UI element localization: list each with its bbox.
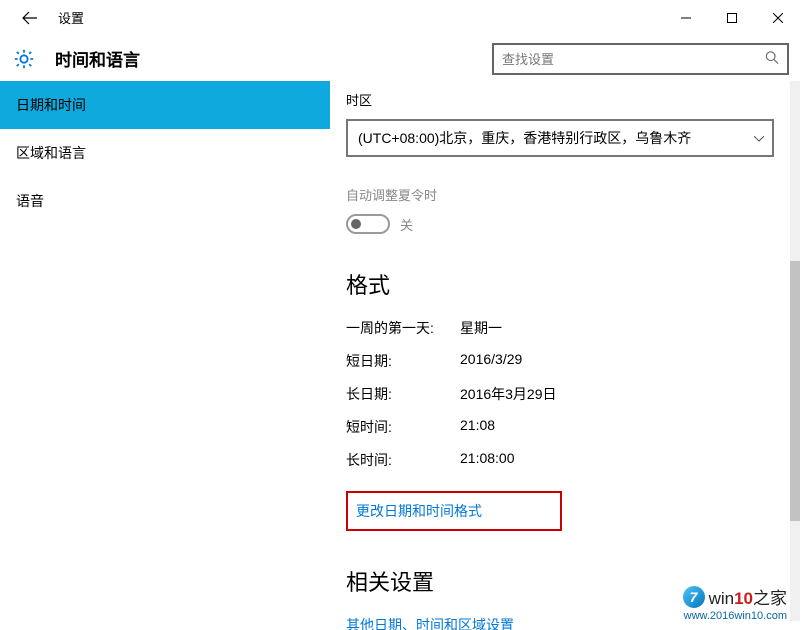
sidebar-item-datetime[interactable]: 日期和时间 <box>0 81 330 129</box>
minimize-icon <box>681 13 691 23</box>
timezone-dropdown[interactable]: (UTC+08:00)北京，重庆，香港特别行政区，乌鲁木齐 <box>346 119 774 157</box>
format-label: 短时间: <box>346 417 460 437</box>
dst-toggle[interactable] <box>346 214 390 234</box>
page-heading: 时间和语言 <box>55 46 140 71</box>
format-row: 短时间: 21:08 <box>346 417 783 437</box>
change-format-link[interactable]: 更改日期和时间格式 <box>356 501 482 521</box>
format-value: 2016年3月29日 <box>460 384 783 404</box>
watermark: 7 win10之家 www.2016win10.com <box>683 584 787 622</box>
window-title: 设置 <box>58 8 84 27</box>
format-value: 2016/3/29 <box>460 351 783 371</box>
dst-label: 自动调整夏令时 <box>346 185 783 204</box>
watermark-logo-icon: 7 <box>683 586 705 608</box>
maximize-button[interactable] <box>709 0 755 36</box>
dst-toggle-state: 关 <box>400 215 413 234</box>
toggle-knob <box>351 219 361 229</box>
sidebar-item-label: 语音 <box>16 191 44 211</box>
titlebar: 设置 <box>0 0 801 36</box>
header: 时间和语言 查找设置 <box>0 36 801 81</box>
format-label: 长日期: <box>346 384 460 404</box>
maximize-icon <box>727 13 737 23</box>
format-heading: 格式 <box>346 268 783 300</box>
format-value: 21:08 <box>460 417 783 437</box>
format-value: 21:08:00 <box>460 450 783 470</box>
watermark-brand: win10之家 <box>709 584 787 609</box>
main-panel: 时区 (UTC+08:00)北京，重庆，香港特别行政区，乌鲁木齐 自动调整夏令时… <box>330 81 801 630</box>
sidebar-item-region[interactable]: 区域和语言 <box>0 129 330 177</box>
format-label: 短日期: <box>346 351 460 371</box>
watermark-url: www.2016win10.com <box>683 610 787 622</box>
scrollbar[interactable] <box>790 81 800 621</box>
change-format-link-highlight: 更改日期和时间格式 <box>346 491 562 531</box>
sidebar-item-label: 区域和语言 <box>16 143 86 163</box>
sidebar-item-label: 日期和时间 <box>16 95 86 115</box>
format-row: 长日期: 2016年3月29日 <box>346 384 783 404</box>
timezone-label: 时区 <box>346 90 783 109</box>
timezone-selected: (UTC+08:00)北京，重庆，香港特别行政区，乌鲁木齐 <box>358 128 691 148</box>
format-row: 一周的第一天: 星期一 <box>346 318 783 338</box>
minimize-button[interactable] <box>663 0 709 36</box>
search-placeholder: 查找设置 <box>502 49 554 68</box>
close-icon <box>773 13 783 23</box>
sidebar-item-speech[interactable]: 语音 <box>0 177 330 225</box>
format-table: 一周的第一天: 星期一 短日期: 2016/3/29 长日期: 2016年3月2… <box>346 318 783 470</box>
search-icon <box>765 50 779 67</box>
format-value: 星期一 <box>460 318 783 338</box>
chevron-down-icon <box>754 131 764 145</box>
search-input[interactable]: 查找设置 <box>492 43 789 75</box>
scrollbar-thumb[interactable] <box>790 261 800 521</box>
back-button[interactable] <box>12 0 48 36</box>
format-row: 短日期: 2016/3/29 <box>346 351 783 371</box>
close-button[interactable] <box>755 0 801 36</box>
sidebar: 日期和时间 区域和语言 语音 <box>0 81 330 630</box>
format-label: 长时间: <box>346 450 460 470</box>
back-arrow-icon <box>22 10 38 26</box>
window-controls <box>663 0 801 36</box>
format-label: 一周的第一天: <box>346 318 460 338</box>
gear-icon <box>13 48 35 70</box>
format-row: 长时间: 21:08:00 <box>346 450 783 470</box>
